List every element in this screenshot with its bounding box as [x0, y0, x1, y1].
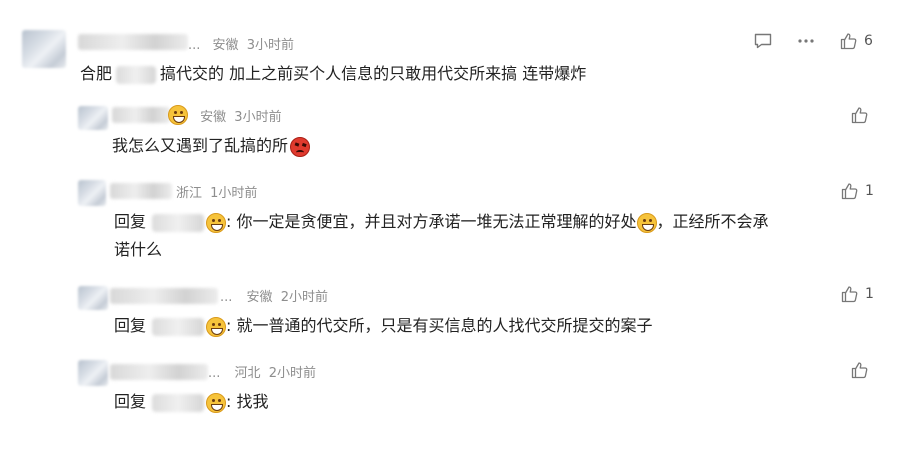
- comment-item: ... 安徽 3小时前 合肥 搞代交的 加上之前买个人信息的只敢用代交所来搞 连带…: [0, 0, 905, 90]
- reply-button[interactable]: [754, 33, 772, 49]
- grin-emoji-icon: [206, 316, 227, 337]
- reply-item: ... 河北 2小时前 回复: 找我: [0, 350, 905, 460]
- redacted-name[interactable]: [152, 317, 205, 336]
- like-count: 1: [865, 286, 874, 302]
- like-button[interactable]: [851, 361, 869, 379]
- comment-prefix: 合肥: [80, 64, 113, 83]
- grin-emoji-icon: [636, 212, 657, 233]
- reply-label: 回复: [114, 212, 147, 231]
- comment-text: 回复: 就一普通的代交所，只是有买信息的人找代交所提交的案子: [114, 316, 653, 337]
- grin-emoji-icon: [206, 212, 227, 233]
- username[interactable]: [112, 107, 170, 123]
- like-button[interactable]: [851, 106, 869, 124]
- reply-item: 浙江 1小时前 回复: 你一定是贪便宜，并且对方承诺一堆无法正常理解的好处 ，正经…: [0, 170, 905, 270]
- timestamp: 1小时前: [210, 186, 258, 201]
- location: 安徽: [200, 110, 227, 125]
- comment-text: 回复: 找我: [114, 392, 269, 413]
- location: 河北: [234, 366, 261, 381]
- more-icon: [798, 39, 814, 43]
- thumbs-up-icon: [841, 286, 858, 303]
- redacted-name[interactable]: [152, 393, 205, 412]
- avatar[interactable]: [78, 286, 108, 310]
- reply-label: 回复: [114, 392, 147, 411]
- username-ellipsis: ...: [208, 366, 221, 381]
- location: 安徽: [212, 38, 239, 53]
- thumbs-up-icon: [851, 107, 868, 124]
- like-count: 1: [865, 183, 874, 199]
- avatar[interactable]: [78, 106, 108, 130]
- comment-text: 回复: 你一定是贪便宜，并且对方承诺一堆无法正常理解的好处 ，正经所不会承 诺什么: [114, 212, 769, 259]
- reply-item: ... 安徽 2小时前 回复: 就一普通的代交所，只是有买信息的人找代交所提交的…: [0, 270, 905, 350]
- timestamp: 3小时前: [246, 38, 294, 53]
- grin-emoji-icon: [168, 105, 188, 125]
- location: 浙江: [176, 186, 203, 201]
- thumbs-up-icon: [841, 183, 858, 200]
- username-ellipsis: ...: [188, 38, 201, 53]
- like-button[interactable]: 1: [841, 182, 874, 200]
- avatar[interactable]: [22, 30, 66, 68]
- reply-label: 回复: [114, 316, 147, 335]
- username[interactable]: [110, 183, 172, 199]
- username-ellipsis: ...: [220, 290, 233, 305]
- redacted-name[interactable]: [152, 213, 205, 232]
- reply-item: 安徽 3小时前 我怎么又遇到了乱搞的所: [0, 90, 905, 170]
- timestamp: 3小时前: [234, 110, 282, 125]
- username[interactable]: [110, 364, 208, 380]
- like-button[interactable]: 6: [840, 32, 873, 50]
- avatar[interactable]: [78, 180, 106, 206]
- comment-text: 我怎么又遇到了乱搞的所: [112, 132, 311, 160]
- username[interactable]: [78, 34, 188, 50]
- like-count: 6: [864, 33, 873, 49]
- comment-icon: [754, 33, 772, 49]
- more-button[interactable]: [797, 33, 815, 49]
- grin-emoji-icon: [206, 392, 227, 413]
- like-button[interactable]: 1: [841, 285, 874, 303]
- redacted-text: [116, 65, 157, 84]
- thumbs-up-icon: [840, 33, 857, 50]
- angry-emoji-icon: [290, 136, 311, 157]
- avatar[interactable]: [78, 360, 108, 386]
- username[interactable]: [110, 288, 218, 304]
- comment-text: 合肥 搞代交的 加上之前买个人信息的只敢用代交所来搞 连带爆炸: [80, 64, 587, 84]
- location: 安徽: [246, 290, 273, 305]
- timestamp: 2小时前: [268, 366, 316, 381]
- timestamp: 2小时前: [280, 290, 328, 305]
- thumbs-up-icon: [851, 362, 868, 379]
